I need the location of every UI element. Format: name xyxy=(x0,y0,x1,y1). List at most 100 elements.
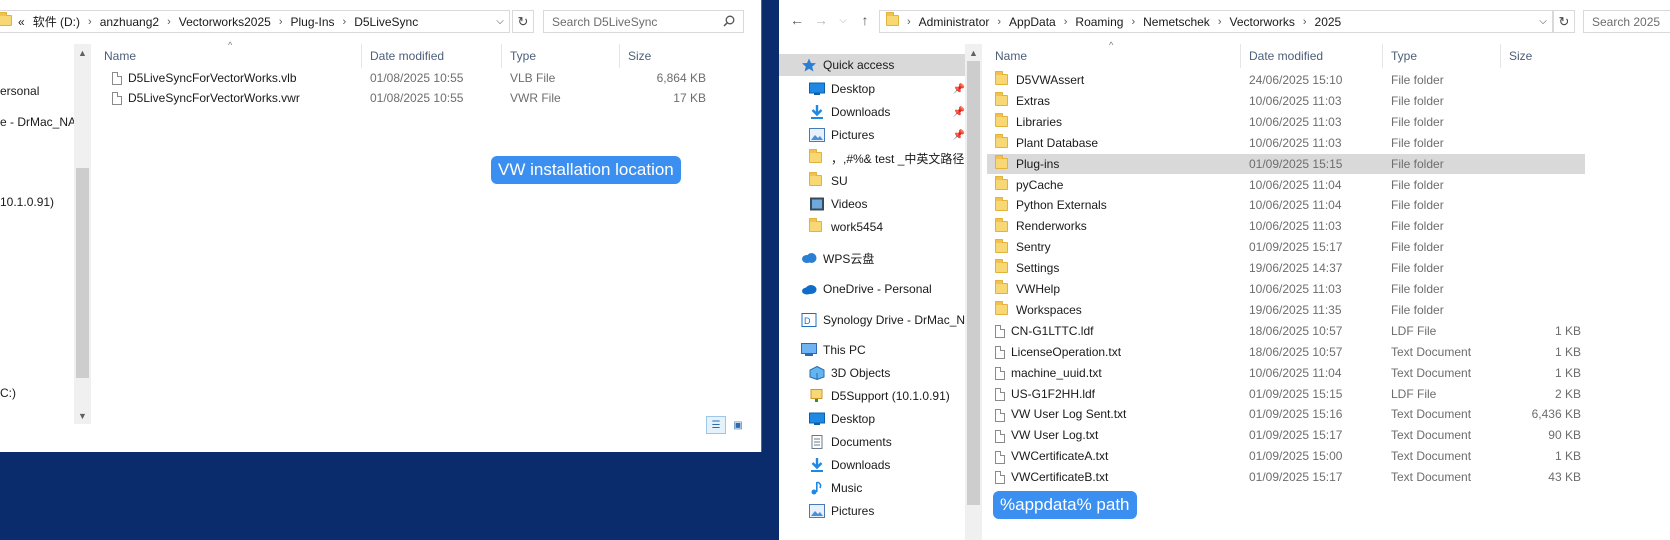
chevron-right-icon[interactable]: › xyxy=(1131,16,1135,28)
folder-row[interactable]: Renderworks 10/06/2025 11:03 File folder xyxy=(987,216,1585,236)
nav-item-local-disk-c[interactable]: C:) xyxy=(0,386,16,400)
folder-row[interactable]: Python Externals 10/06/2025 11:04 File fol… xyxy=(987,195,1585,215)
folder-row[interactable]: VWHelp 10/06/2025 11:03 File folder xyxy=(987,279,1585,299)
breadcrumb-nemetschek[interactable]: Nemetschek xyxy=(1143,15,1210,29)
file-row[interactable]: CN-G1LTTC.ldf 18/06/2025 10:57 LDF File 1 K… xyxy=(987,321,1585,341)
recent-locations-button[interactable]: ⌵ xyxy=(833,10,853,30)
breadcrumb-roaming[interactable]: Roaming xyxy=(1075,15,1123,29)
nav-item-pictures[interactable]: Pictures 📌 xyxy=(779,124,969,146)
column-header-size[interactable]: Size xyxy=(620,44,706,68)
nav-scrollbar[interactable]: ▲ xyxy=(965,44,982,540)
file-row[interactable]: D5LiveSyncForVectorWorks.vwr 01/08/2025 … xyxy=(96,88,706,108)
nav-item-test-folder[interactable]: ，,#%& test _中英文路径 xyxy=(779,147,969,169)
column-header-name[interactable]: Name ^ xyxy=(987,40,1241,68)
scroll-down-arrow-icon[interactable]: ▼ xyxy=(74,407,91,424)
breadcrumb-appdata[interactable]: AppData xyxy=(1009,15,1056,29)
column-header-name[interactable]: Name ^ xyxy=(96,40,362,68)
nav-item-su[interactable]: SU xyxy=(779,170,969,192)
folder-row[interactable]: Extras 10/06/2025 11:03 File folder xyxy=(987,91,1585,111)
nav-item-downloads-pc[interactable]: Downloads xyxy=(779,454,969,476)
pin-icon[interactable]: 📌 xyxy=(953,84,965,95)
breadcrumb-anzhuang2[interactable]: anzhuang2 xyxy=(100,15,159,29)
folder-row[interactable]: Libraries 10/06/2025 11:03 File folder xyxy=(987,112,1585,132)
column-header-type[interactable]: Type xyxy=(1383,44,1501,68)
nav-item-wps-cloud[interactable]: WPS云盘 xyxy=(779,247,969,269)
chevron-down-icon[interactable]: ⌵ xyxy=(491,11,509,32)
forward-button[interactable]: → xyxy=(811,10,831,30)
address-bar[interactable]: › Administrator › AppData › Roaming › Ne… xyxy=(879,10,1553,33)
search-input[interactable]: Search D5LiveSync xyxy=(543,10,744,33)
breadcrumb-vectorworks2025[interactable]: Vectorworks2025 xyxy=(179,15,271,29)
breadcrumb-administrator[interactable]: Administrator xyxy=(919,15,990,29)
nav-item-3d-objects[interactable]: 3D Objects xyxy=(779,362,969,384)
pin-icon[interactable]: 📌 xyxy=(953,107,965,118)
chevron-right-icon[interactable]: › xyxy=(1303,16,1307,28)
chevron-right-icon[interactable]: › xyxy=(907,16,911,28)
nav-item-desktop-pc[interactable]: Desktop xyxy=(779,408,969,430)
column-header-type[interactable]: Type xyxy=(502,44,620,68)
refresh-button[interactable]: ↻ xyxy=(512,10,534,33)
folder-row[interactable]: Settings 19/06/2025 14:37 File folder xyxy=(987,258,1585,278)
scroll-up-arrow-icon[interactable]: ▲ xyxy=(965,44,982,61)
nav-item-documents[interactable]: Documents xyxy=(779,431,969,453)
chevron-right-icon[interactable]: › xyxy=(167,16,171,28)
back-button[interactable]: ← xyxy=(787,10,807,30)
folder-row[interactable]: Workspaces 19/06/2025 11:35 File folder xyxy=(987,300,1585,320)
folder-row[interactable]: pyCache 10/06/2025 11:04 File folder xyxy=(987,175,1585,195)
folder-row[interactable]: Plug-ins 01/09/2025 15:15 File folder xyxy=(987,153,1585,174)
chevron-right-icon[interactable]: › xyxy=(1064,16,1068,28)
folder-row[interactable]: D5VWAssert 24/06/2025 15:10 File folder xyxy=(987,70,1585,90)
breadcrumb-plug-ins[interactable]: Plug-Ins xyxy=(290,15,334,29)
folder-row[interactable]: Plant Database 10/06/2025 11:03 File folde… xyxy=(987,133,1585,153)
nav-item-onedrive-personal[interactable]: ersonal xyxy=(0,84,39,98)
breadcrumb-vectorworks[interactable]: Vectorworks xyxy=(1229,15,1294,29)
nav-item-pictures-pc[interactable]: Pictures xyxy=(779,500,969,522)
folder-row[interactable]: Sentry 01/09/2025 15:17 File folder xyxy=(987,237,1585,257)
nav-item-synology-drive[interactable]: D Synology Drive - DrMac_NA xyxy=(779,309,969,331)
details-view-button[interactable]: ☰ xyxy=(706,416,726,434)
file-row[interactable]: VWCertificateB.txt 01/09/2025 15:17 Text D… xyxy=(987,467,1585,487)
search-input[interactable]: Search 2025 xyxy=(1583,10,1670,33)
large-icons-view-button[interactable]: ▣ xyxy=(728,416,748,434)
refresh-button[interactable]: ↻ xyxy=(1553,10,1575,33)
nav-item-this-pc[interactable]: This PC xyxy=(779,339,969,361)
chevron-right-icon[interactable]: › xyxy=(997,16,1001,28)
chevron-right-icon[interactable]: › xyxy=(279,16,283,28)
breadcrumb-drive[interactable]: 软件 (D:) xyxy=(33,13,80,30)
nav-item-synology-drive[interactable]: e - DrMac_NA xyxy=(0,115,76,129)
scroll-thumb[interactable] xyxy=(76,168,89,378)
nav-item-desktop[interactable]: Desktop 📌 xyxy=(779,78,969,100)
nav-item-downloads[interactable]: Downloads 📌 xyxy=(779,101,969,123)
nav-item-work5454[interactable]: work5454 xyxy=(779,216,969,238)
scroll-up-arrow-icon[interactable]: ▲ xyxy=(74,44,91,61)
chevron-right-icon[interactable]: › xyxy=(1218,16,1222,28)
nav-item-videos[interactable]: Videos xyxy=(779,193,969,215)
column-header-size[interactable]: Size xyxy=(1501,44,1585,68)
pin-icon[interactable]: 📌 xyxy=(953,130,965,141)
file-row[interactable]: US-G1F2HH.ldf 01/09/2025 15:15 LDF File 2 K… xyxy=(987,384,1585,404)
file-row[interactable]: machine_uuid.txt 10/06/2025 11:04 Text Doc… xyxy=(987,363,1585,383)
breadcrumb-d5livesync[interactable]: D5LiveSync xyxy=(354,15,418,29)
file-row[interactable]: D5LiveSyncForVectorWorks.vlb 01/08/2025 … xyxy=(96,68,706,88)
column-header-date[interactable]: Date modified xyxy=(362,44,502,68)
chevron-right-icon[interactable]: › xyxy=(88,16,92,28)
file-row[interactable]: VW User Log.txt 01/09/2025 15:17 Text Docu… xyxy=(987,425,1585,445)
nav-scrollbar[interactable]: ▲ ▼ xyxy=(74,44,91,424)
column-header-date[interactable]: Date modified xyxy=(1241,44,1383,68)
nav-item-d5support[interactable]: D5Support (10.1.0.91) xyxy=(779,385,969,407)
nav-item-d5support[interactable]: 10.1.0.91) xyxy=(0,195,54,209)
breadcrumb-2025[interactable]: 2025 xyxy=(1315,15,1342,29)
chevron-down-icon[interactable]: ⌵ xyxy=(1534,11,1552,32)
nav-item-music[interactable]: Music xyxy=(779,477,969,499)
address-bar[interactable]: « 软件 (D:) › anzhuang2 › Vectorworks2025 … xyxy=(0,10,510,33)
up-button[interactable]: ↑ xyxy=(855,10,875,30)
file-row[interactable]: LicenseOperation.txt 18/06/2025 10:57 Text… xyxy=(987,342,1585,362)
nav-item-onedrive[interactable]: OneDrive - Personal xyxy=(779,278,969,300)
file-row[interactable]: VWCertificateA.txt 01/09/2025 15:00 Text D… xyxy=(987,446,1585,466)
nav-item-quick-access[interactable]: Quick access xyxy=(779,54,965,76)
file-name: Extras xyxy=(1016,93,1051,108)
chevron-right-icon[interactable]: › xyxy=(343,16,347,28)
scroll-thumb[interactable] xyxy=(967,61,980,505)
file-row[interactable]: VW User Log Sent.txt 01/09/2025 15:16 Text… xyxy=(987,404,1585,424)
breadcrumb-overflow[interactable]: « xyxy=(18,15,25,29)
